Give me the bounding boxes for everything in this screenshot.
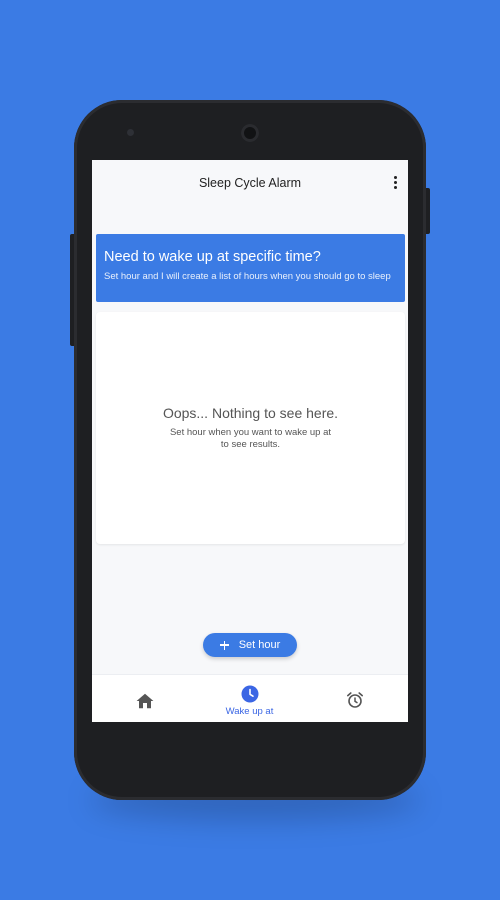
set-hour-label: Set hour <box>238 639 281 651</box>
nav-label-wake-up-at: Wake up at <box>225 706 274 717</box>
app-bar: Sleep Cycle Alarm <box>92 160 408 206</box>
empty-state-line-1: Set hour when you want to wake up at <box>169 427 332 438</box>
clock-icon <box>241 685 259 703</box>
promo-stage: Sleep Cycle Alarm Need to wake up at spe… <box>0 0 500 900</box>
results-card: Oops... Nothing to see here. Set hour wh… <box>96 312 405 544</box>
set-hour-button[interactable]: Set hour <box>203 633 297 657</box>
empty-state-message: Set hour when you want to wake up at to … <box>96 427 405 451</box>
banner-title: Need to wake up at specific time? <box>104 249 321 265</box>
earpiece-speaker <box>241 124 259 142</box>
empty-state-line-2: to see results. <box>220 439 281 450</box>
overflow-menu-button[interactable] <box>388 172 402 192</box>
info-banner: Need to wake up at specific time? Set ho… <box>96 234 405 302</box>
nav-item-wake-up-at[interactable]: Wake up at <box>197 675 302 722</box>
nav-item-home[interactable] <box>92 675 197 722</box>
bottom-navigation: Wake up at <box>92 674 408 722</box>
empty-state-title: Oops... Nothing to see here. <box>162 405 339 421</box>
more-vert-icon <box>393 175 397 179</box>
home-icon <box>136 693 154 709</box>
phone-screen: Sleep Cycle Alarm Need to wake up at spe… <box>92 160 408 722</box>
app-title: Sleep Cycle Alarm <box>198 176 302 190</box>
front-camera <box>127 129 134 136</box>
banner-subtitle: Set hour and I will create a list of hou… <box>104 271 391 282</box>
alarm-clock-icon <box>347 692 363 708</box>
plus-icon <box>219 640 229 650</box>
nav-item-alarm[interactable] <box>302 675 407 722</box>
